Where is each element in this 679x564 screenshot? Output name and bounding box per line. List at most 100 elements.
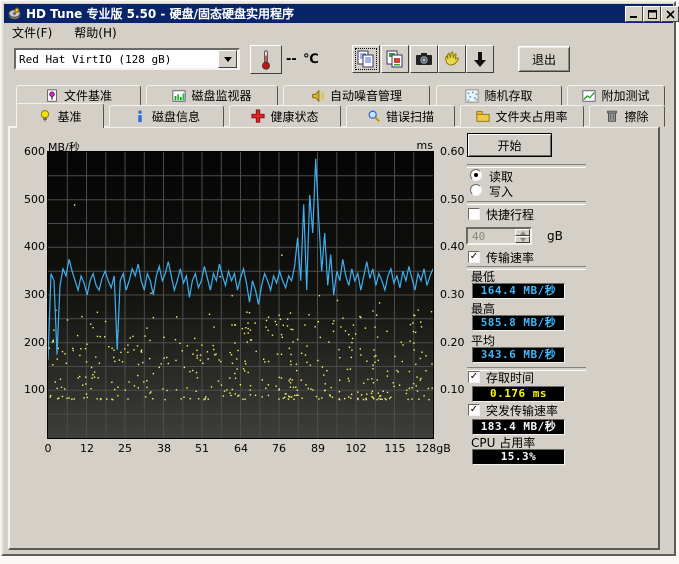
hand-icon xyxy=(442,49,462,69)
burst-rate-checkbox[interactable] xyxy=(468,404,480,416)
benchmark-chart xyxy=(47,151,434,439)
transfer-rate-checkbox[interactable] xyxy=(468,251,480,263)
app-icon xyxy=(7,6,22,21)
y-right-tick: 0.10 xyxy=(440,383,476,396)
file-benchmark-icon xyxy=(45,89,59,103)
x-tick: 12 xyxy=(69,442,105,455)
temperature-button[interactable] xyxy=(250,45,282,74)
tab-disk-monitor[interactable]: 磁盘监视器 xyxy=(146,85,278,106)
short-stroke-stepper[interactable]: 40 xyxy=(466,227,532,245)
transfer-rate-label[interactable]: 传输速率 xyxy=(486,249,534,266)
short-stroke-checkbox[interactable] xyxy=(468,208,480,220)
start-button[interactable]: 开始 xyxy=(467,133,552,157)
x-tick: 115 xyxy=(377,442,413,455)
burst-rate-value: 183.4 MB/秒 xyxy=(472,419,565,435)
tab-aam[interactable]: 自动噪音管理 xyxy=(283,85,430,106)
camera-icon xyxy=(414,49,434,69)
magnifier-icon xyxy=(367,109,381,123)
thermometer-icon xyxy=(259,48,273,72)
down-arrow-icon xyxy=(470,49,490,69)
tab-health[interactable]: 健康状态 xyxy=(229,105,341,127)
chevron-up-icon xyxy=(520,231,526,235)
drive-select-dropdown-button[interactable] xyxy=(218,50,237,68)
y-left-tick: 100 xyxy=(13,383,45,396)
close-button[interactable] xyxy=(661,6,679,22)
disk-monitor-icon xyxy=(172,89,186,103)
divider xyxy=(467,164,586,168)
tab-label: 随机存取 xyxy=(484,87,532,104)
tab-label: 文件夹占用率 xyxy=(495,108,567,125)
drive-select[interactable]: Red Hat VirtIO (128 gB) xyxy=(14,48,240,70)
exit-button[interactable]: 退出 xyxy=(518,46,570,72)
copy-image-icon xyxy=(385,49,405,69)
stepper-up-button[interactable] xyxy=(515,229,530,236)
tab-label: 擦除 xyxy=(624,108,648,125)
access-time-label[interactable]: 存取时间 xyxy=(486,369,534,386)
copy-image-button[interactable] xyxy=(381,45,409,73)
divider xyxy=(467,201,586,205)
chevron-down-icon xyxy=(224,57,232,62)
screen: HD Tune 专业版 5.50 - 硬盘/固态硬盘实用程序 文件(F) 帮助(… xyxy=(0,0,679,564)
tab-error-scan[interactable]: 错误扫描 xyxy=(346,105,455,127)
radio-dot xyxy=(474,173,478,177)
tab-label: 附加测试 xyxy=(601,87,649,104)
x-tick: 76 xyxy=(261,442,297,455)
temperature-value: -- xyxy=(286,52,297,67)
x-tick: 38 xyxy=(146,442,182,455)
y-left-tick: 200 xyxy=(13,336,45,349)
tab-label: 磁盘信息 xyxy=(152,108,200,125)
minimize-button[interactable] xyxy=(625,6,643,22)
maximize-button[interactable] xyxy=(643,6,661,22)
short-stroke-unit: gB xyxy=(547,229,563,243)
temperature-unit: ℃ xyxy=(303,52,319,67)
x-tick: 64 xyxy=(223,442,259,455)
copy-text-icon xyxy=(356,49,376,69)
drive-select-value: Red Hat VirtIO (128 gB) xyxy=(16,53,218,66)
write-radio-label[interactable]: 写入 xyxy=(489,183,513,200)
access-time-checkbox[interactable] xyxy=(468,371,480,383)
y-left-tick: 400 xyxy=(13,240,45,253)
tab-disk-info[interactable]: 磁盘信息 xyxy=(109,105,224,127)
tab-random-access[interactable]: 随机存取 xyxy=(436,85,562,106)
menu-help[interactable]: 帮助(H) xyxy=(72,23,118,42)
screenshot-button[interactable] xyxy=(410,45,438,73)
short-stroke-value: 40 xyxy=(468,229,515,243)
menu-file[interactable]: 文件(F) xyxy=(10,23,54,42)
tab-label: 自动噪音管理 xyxy=(330,87,402,104)
min-value: 164.4 MB/秒 xyxy=(472,283,565,299)
avg-value: 343.6 MB/秒 xyxy=(472,347,565,363)
download-button[interactable] xyxy=(466,45,494,73)
short-stroke-label[interactable]: 快捷行程 xyxy=(486,206,534,223)
x-tick: 89 xyxy=(300,442,336,455)
access-time-value: 0.176 ms xyxy=(472,386,565,402)
tab-label: 错误扫描 xyxy=(386,108,434,125)
read-radio[interactable] xyxy=(470,169,482,181)
cpu-usage-value: 15.3% xyxy=(472,449,565,465)
trash-icon xyxy=(605,109,619,123)
tab-benchmark[interactable]: 基准 xyxy=(16,103,104,128)
donate-button[interactable] xyxy=(438,45,466,73)
exit-button-label: 退出 xyxy=(532,51,556,68)
minimize-icon xyxy=(630,10,639,19)
benchmark-plot xyxy=(48,152,433,438)
random-access-icon xyxy=(465,89,479,103)
x-tick: 51 xyxy=(184,442,220,455)
burst-rate-label[interactable]: 突发传输速率 xyxy=(486,402,558,419)
tab-label: 文件基准 xyxy=(64,87,112,104)
folder-icon xyxy=(476,109,490,123)
tab-folder-usage[interactable]: 文件夹占用率 xyxy=(460,105,584,127)
extra-tests-icon xyxy=(582,89,596,103)
y-left-tick: 300 xyxy=(13,288,45,301)
x-tick: 0 xyxy=(30,442,66,455)
chevron-down-icon xyxy=(520,238,526,242)
x-tick: 102 xyxy=(338,442,374,455)
tab-extra-tests[interactable]: 附加测试 xyxy=(567,85,665,106)
speaker-icon xyxy=(311,89,325,103)
stepper-down-button[interactable] xyxy=(515,236,530,243)
write-radio[interactable] xyxy=(470,184,482,196)
tab-erase[interactable]: 擦除 xyxy=(589,105,665,127)
copy-text-button[interactable] xyxy=(352,45,380,73)
title-bar: HD Tune 专业版 5.50 - 硬盘/固态硬盘实用程序 xyxy=(4,4,673,23)
x-tick: 128gB xyxy=(411,442,455,455)
tab-label: 基准 xyxy=(57,108,81,125)
